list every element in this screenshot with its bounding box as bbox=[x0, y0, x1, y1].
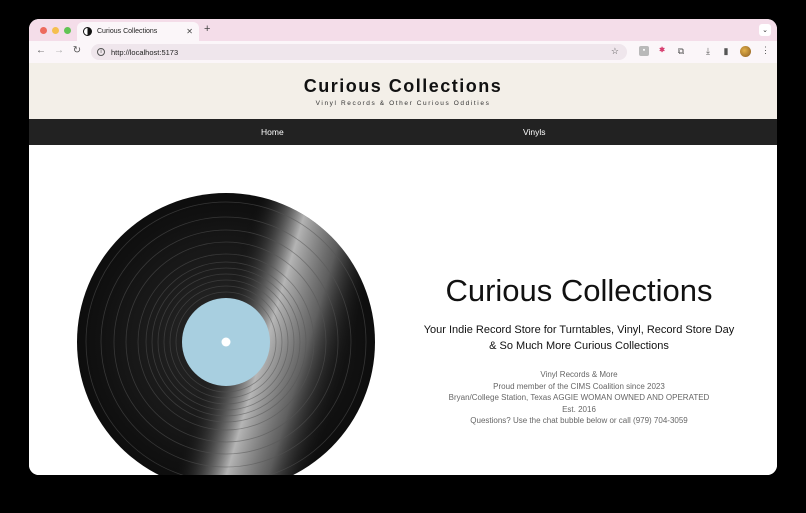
vinyl-record-image bbox=[77, 193, 375, 475]
store-info: Vinyl Records & More Proud member of the… bbox=[409, 369, 749, 427]
extension-icon[interactable]: ▪ bbox=[639, 46, 649, 56]
info-line: Questions? Use the chat bubble below or … bbox=[470, 416, 688, 425]
close-window-button[interactable] bbox=[40, 27, 47, 34]
info-line: Est. 2016 bbox=[562, 404, 596, 414]
info-line: Bryan/College Station, Texas AGGIE WOMAN… bbox=[448, 393, 710, 402]
tab-title: Curious Collections bbox=[97, 28, 158, 35]
nav-vinyls-link[interactable]: Vinyls bbox=[523, 127, 546, 137]
menu-icon[interactable]: ⋮ bbox=[761, 45, 770, 56]
bookmark-star-icon[interactable]: ☆ bbox=[611, 46, 619, 57]
puzzle-icon[interactable]: ⧉ bbox=[676, 46, 686, 56]
chevron-down-icon[interactable]: ⌄ bbox=[759, 24, 771, 36]
site-title: Curious Collections bbox=[303, 76, 503, 96]
back-arrow-icon[interactable]: ← bbox=[34, 45, 48, 56]
favicon-icon bbox=[83, 27, 92, 36]
site-nav: Home Vinyls bbox=[29, 119, 777, 145]
browser-toolbar: ← → ↻ i http://localhost:5173 ☆ ▪ ✱ ⧉ ⤓ … bbox=[29, 41, 777, 63]
hero-title: Curious Collections bbox=[445, 273, 713, 308]
info-line: Vinyl Records & More bbox=[540, 370, 618, 379]
maximize-window-button[interactable] bbox=[64, 27, 71, 34]
new-tab-icon[interactable]: + bbox=[204, 23, 210, 35]
site-header: Curious Collections Vinyl Records & Othe… bbox=[29, 63, 777, 119]
browser-tab[interactable]: Curious Collections ✕ bbox=[77, 22, 199, 41]
url-text: http://localhost:5173 bbox=[111, 47, 179, 57]
info-line: Proud member of the CIMS Coalition since… bbox=[493, 381, 665, 391]
tab-strip: Curious Collections ✕ + ⌄ bbox=[29, 19, 777, 41]
extension-icon[interactable]: ✱ bbox=[657, 46, 667, 56]
address-bar[interactable]: i http://localhost:5173 ☆ bbox=[91, 44, 627, 60]
nav-home-link[interactable]: Home bbox=[261, 127, 284, 137]
sidepanel-icon[interactable]: ▮ bbox=[721, 46, 731, 56]
browser-window: Curious Collections ✕ + ⌄ ← → ↻ i http:/… bbox=[29, 19, 777, 475]
info-icon[interactable]: i bbox=[97, 48, 105, 56]
download-icon[interactable]: ⤓ bbox=[703, 46, 713, 56]
page-content: Curious Collections Vinyl Records & Othe… bbox=[29, 63, 777, 475]
tab-close-icon[interactable]: ✕ bbox=[186, 27, 193, 36]
hero-subtitle: Your Indie Record Store for Turntables, … bbox=[423, 324, 735, 352]
vinyl-record-svg bbox=[77, 193, 375, 475]
reload-icon[interactable]: ↻ bbox=[70, 45, 84, 56]
minimize-window-button[interactable] bbox=[52, 27, 59, 34]
profile-avatar[interactable] bbox=[740, 46, 751, 57]
forward-arrow-icon[interactable]: → bbox=[52, 45, 66, 56]
site-tagline: Vinyl Records & Other Curious Oddities bbox=[315, 100, 491, 107]
